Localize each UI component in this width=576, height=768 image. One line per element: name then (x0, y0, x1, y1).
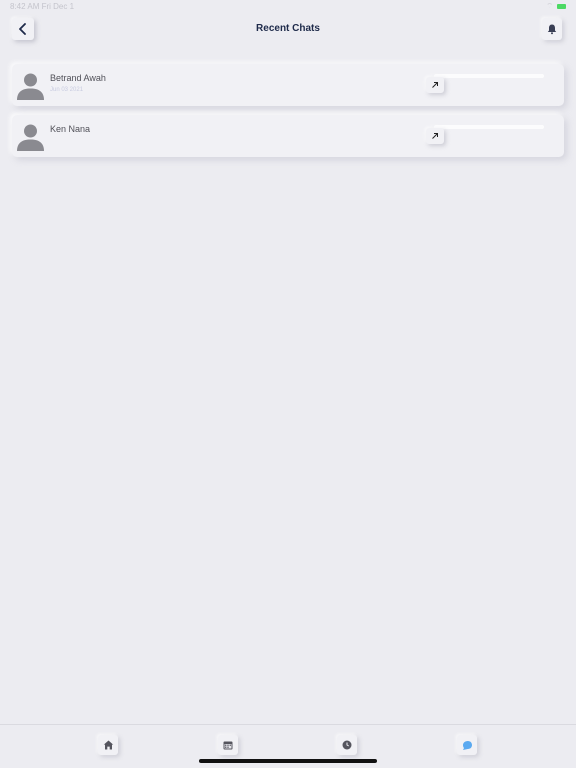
chat-item[interactable]: Betrand Awah Jun 03 2021 (12, 64, 564, 106)
home-indicator (199, 759, 377, 763)
arrow-up-right-icon (432, 82, 438, 88)
tab-history[interactable] (337, 735, 357, 755)
tab-chats[interactable] (457, 735, 477, 755)
chat-name: Betrand Awah (50, 73, 106, 83)
chat-name: Ken Nana (50, 124, 91, 134)
status-time: 8:42 AM Fri Dec 1 (10, 2, 74, 11)
arrow-up-right-icon (432, 133, 438, 139)
tab-bar (0, 724, 576, 768)
status-indicators: ⌔ (546, 2, 566, 11)
bell-icon (547, 24, 557, 35)
open-chat-button[interactable] (426, 128, 444, 144)
status-time-text: 8:42 AM (10, 2, 40, 11)
header: Recent Chats (0, 16, 576, 44)
chat-date: Jun 03 2021 (50, 87, 84, 93)
open-chat-button[interactable] (426, 77, 444, 93)
avatar (17, 73, 44, 100)
clock-icon (342, 740, 352, 750)
card-highlight (434, 74, 544, 78)
notifications-button[interactable] (542, 18, 562, 40)
chat-item[interactable]: Ken Nana (12, 115, 564, 157)
tab-home[interactable] (98, 735, 118, 755)
page-title: Recent Chats (256, 23, 320, 34)
wifi-icon: ⌔ (546, 3, 553, 10)
status-date-text: Fri Dec 1 (41, 2, 75, 11)
battery-icon (557, 4, 566, 9)
avatar (17, 124, 44, 151)
tab-calendar[interactable] (218, 735, 238, 755)
chat-icon (462, 740, 472, 750)
home-icon (103, 740, 113, 750)
calendar-icon (223, 741, 233, 750)
chat-list: Betrand Awah Jun 03 2021 Ken Nana (12, 64, 564, 166)
status-bar: 8:42 AM Fri Dec 1 ⌔ (0, 0, 576, 14)
card-highlight (434, 125, 544, 129)
